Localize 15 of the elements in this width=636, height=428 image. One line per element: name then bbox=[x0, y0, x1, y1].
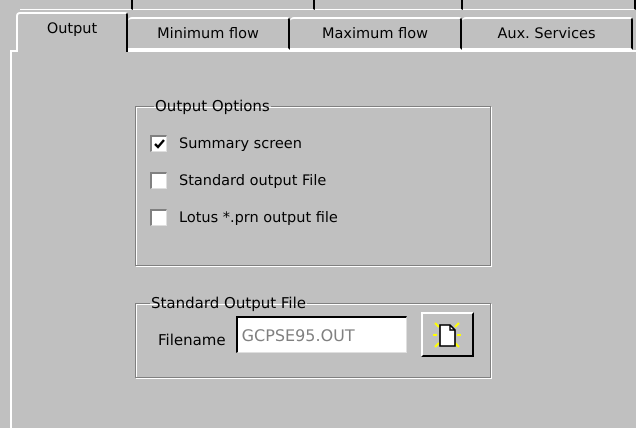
new-file-button[interactable] bbox=[420, 312, 474, 357]
check-icon bbox=[154, 139, 164, 149]
group-title: Standard Output File bbox=[150, 294, 307, 312]
tab[interactable]: Aux. Services bbox=[462, 17, 633, 50]
checkbox-label: Lotus *.prn output file bbox=[179, 210, 338, 226]
checkbox[interactable] bbox=[150, 172, 167, 189]
checkbox-label: Standard output File bbox=[179, 172, 326, 188]
checkbox[interactable] bbox=[150, 135, 167, 152]
filename-label: Filename bbox=[158, 330, 226, 348]
group-title: Output Options bbox=[154, 97, 271, 115]
checkbox[interactable] bbox=[150, 209, 167, 226]
tab[interactable]: Maximum flow bbox=[290, 17, 462, 50]
tab[interactable]: Minimum flow bbox=[128, 17, 290, 50]
checkbox-label: Summary screen bbox=[179, 136, 302, 152]
tab[interactable]: Output bbox=[16, 12, 128, 52]
